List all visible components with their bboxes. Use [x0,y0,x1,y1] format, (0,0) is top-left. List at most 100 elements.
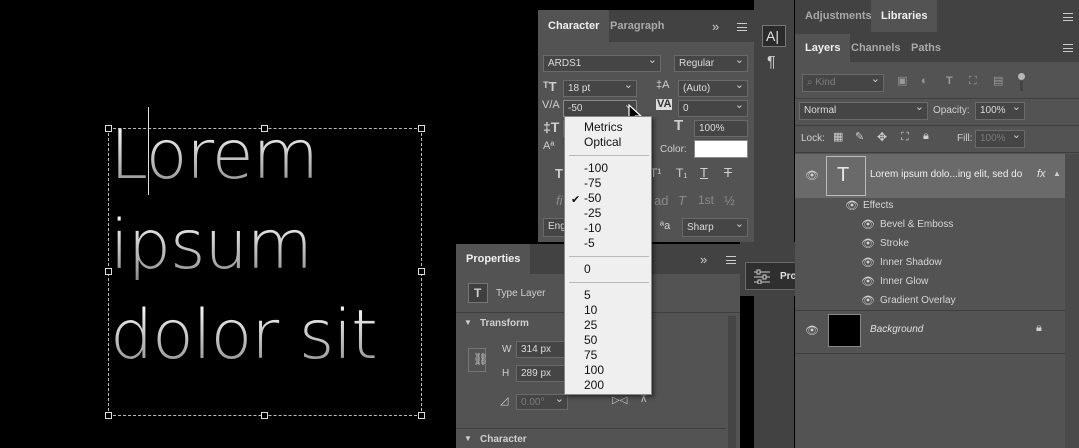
height-input[interactable]: 289 px [516,365,566,382]
menu-item-minus-75[interactable]: -75 [584,176,601,190]
layer-kind-filter[interactable]: ⌕ Kind [802,74,884,92]
layers-scrollbar[interactable] [1065,154,1079,448]
lock-all-icon[interactable]: 🔒︎ [923,131,929,142]
filter-pixel-icon[interactable]: ▣ [897,76,907,87]
menu-item-minus-50[interactable]: -50 [584,191,601,205]
lock-transparent-icon[interactable]: ▦ [833,132,843,143]
tab-libraries[interactable]: Libraries [871,0,938,32]
fill-input[interactable]: 100% [975,130,1025,148]
fractions-icon[interactable]: ½ [724,194,735,207]
eye-icon[interactable]: 👁︎ [861,237,875,250]
eye-icon[interactable]: 👁︎ [861,218,875,231]
effect-inner-shadow[interactable]: Inner Shadow [880,257,942,268]
transform-handle-right[interactable] [418,268,425,275]
effect-stroke[interactable]: Stroke [880,238,909,249]
blend-mode-select[interactable]: Normal [799,102,928,120]
opacity-input[interactable]: 100% [975,102,1025,120]
transform-handle-bottom[interactable] [261,412,268,419]
paragraph-icon[interactable]: ¶ [767,55,776,71]
menu-item-5[interactable]: 5 [584,288,591,302]
effect-inner-glow[interactable]: Inner Glow [880,276,928,287]
chevron-down-icon[interactable]: ▼ [464,435,472,443]
eye-icon[interactable]: 👁︎ [861,275,875,288]
transform-handle-bottom-right[interactable] [418,412,425,419]
menu-item-75[interactable]: 75 [584,348,597,362]
antialias-select[interactable]: Sharp [682,218,748,237]
titling-alternates-icon[interactable]: ad [654,194,668,207]
properties-collapse-icon[interactable]: » [700,253,707,266]
layers-menu-icon[interactable] [1063,44,1073,52]
language-select[interactable]: Eng [543,218,565,237]
filter-type-icon[interactable]: T [946,76,953,87]
ligatures-icon[interactable]: fi [556,194,563,207]
collapse-icon[interactable]: » [712,20,719,33]
font-family-select[interactable]: ARDS1 [543,55,661,72]
menu-item-minus-10[interactable]: -10 [584,221,601,235]
adjustments-menu-icon[interactable] [1063,13,1073,21]
transform-handle-bottom-left[interactable] [105,412,112,419]
link-dimensions-button[interactable]: ⛓ [468,348,488,372]
canvas-text-line-2[interactable]: ipsum [110,212,313,280]
font-size-input[interactable]: 18 pt [563,80,637,97]
eye-icon[interactable]: 👁︎ [805,324,819,337]
tab-paths[interactable]: Paths [901,34,951,62]
lock-position-icon[interactable]: ✥ [877,131,887,143]
effect-gradient-overlay[interactable]: Gradient Overlay [880,295,956,306]
tab-adjustments[interactable]: Adjustments [795,0,882,32]
transform-section-title[interactable]: Transform [480,318,529,329]
lock-artboard-icon[interactable]: ⛶ [901,132,909,143]
properties-scrollbar[interactable] [728,316,736,448]
flip-vertical-icon[interactable]: ⊼ [640,395,647,405]
tab-character[interactable]: Character [538,10,610,42]
effect-bevel-emboss[interactable]: Bevel & Emboss [880,219,953,230]
menu-item-200[interactable]: 200 [584,378,604,392]
kerning-input[interactable]: -50 [563,100,637,117]
filter-adjustment-icon[interactable]: ◐ [921,76,928,87]
chevron-down-icon[interactable]: ▼ [464,319,472,327]
strikethrough-icon[interactable]: T [724,166,732,179]
panel-menu-icon[interactable] [737,23,747,31]
collapse-effects-icon[interactable]: ▲ [1053,170,1061,178]
character-section-title[interactable]: Character [480,434,527,445]
faux-bold-icon[interactable]: T [555,167,563,180]
flip-horizontal-icon[interactable]: ▷◁ [612,396,627,406]
filter-smart-object-icon[interactable]: ▤ [993,76,1003,87]
filter-shape-icon[interactable]: ⛶ [969,76,977,87]
subscript-icon[interactable]: T₁ [676,167,687,179]
character-panel-toggle[interactable]: A| [762,25,786,47]
menu-item-25[interactable]: 25 [584,318,597,332]
menu-item-minus-5[interactable]: -5 [584,236,595,250]
background-layer-name[interactable]: Background [870,324,923,335]
fx-icon[interactable]: fx [1037,168,1046,180]
eye-icon[interactable]: 👁︎ [861,294,875,307]
menu-item-minus-25[interactable]: -25 [584,206,601,220]
layer-row-text[interactable]: 👁︎ T Lorem ipsum dolo...ing elit, sed do… [795,154,1065,198]
text-layer-name[interactable]: Lorem ipsum dolo...ing elit, sed do [870,169,1022,180]
properties-menu-icon[interactable] [726,256,736,264]
canvas-text-line-1[interactable]: Lorem [110,122,319,190]
stylistic-alternates-icon[interactable]: T [678,194,686,207]
menu-item-50[interactable]: 50 [584,333,597,347]
leading-input[interactable]: (Auto) [678,80,748,97]
text-color-swatch[interactable] [694,140,748,158]
lock-pixels-icon[interactable]: ✎ [855,132,864,143]
tab-properties[interactable]: Properties [456,244,531,274]
canvas-text-line-3[interactable]: dolor sit [110,302,378,370]
menu-item-100[interactable]: 100 [584,363,604,377]
eye-icon[interactable]: 👁︎ [861,256,875,269]
tab-paragraph[interactable]: Paragraph [600,10,674,42]
filter-toggle-icon[interactable] [1018,73,1025,80]
menu-item-metrics[interactable]: Metrics [584,120,623,134]
horizontal-scale-input[interactable]: 100% [694,120,748,137]
layer-row-background[interactable]: 👁︎ Background 🔒︎ [795,311,1065,353]
underline-icon[interactable]: T [700,166,708,179]
menu-item-minus-100[interactable]: -100 [584,161,608,175]
eye-icon[interactable]: 👁︎ [805,169,819,182]
menu-item-optical[interactable]: Optical [584,135,621,149]
eye-icon[interactable]: 👁︎ [845,199,859,212]
angle-input[interactable]: 0.00° [516,394,568,410]
menu-item-zero[interactable]: 0 [584,262,591,276]
ordinals-icon[interactable]: 1st [698,194,714,206]
menu-item-10[interactable]: 10 [584,303,597,317]
width-input[interactable]: 314 px [516,341,566,358]
